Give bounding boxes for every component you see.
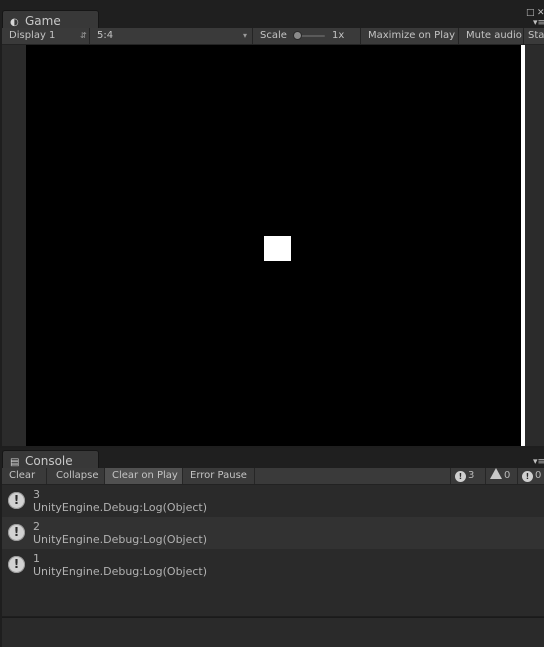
- chevron-updown-icon: ⇵: [80, 31, 87, 40]
- unity-editor-root: ◐ Game □ ✕ ▾≡ Display 1 ⇵ 5:4 ▾ Scale 1x …: [0, 0, 544, 647]
- error-count: 0: [535, 470, 542, 481]
- display-dropdown[interactable]: Display 1 ⇵: [2, 28, 90, 44]
- info-icon: !: [8, 524, 25, 541]
- console-menu-icon[interactable]: ▾≡: [533, 457, 544, 467]
- log-entry[interactable]: ! 3 UnityEngine.Debug:Log(Object): [2, 485, 544, 517]
- tab-game[interactable]: ◐ Game: [2, 10, 99, 30]
- game-view-edge: [521, 45, 525, 446]
- maximize-on-play-label: Maximize on Play: [368, 30, 456, 41]
- maximize-icon[interactable]: □: [526, 8, 535, 18]
- clear-on-play-label: Clear on Play: [112, 470, 178, 481]
- game-canvas[interactable]: [26, 45, 521, 446]
- console-tab-strip: ▤ Console ▾≡: [0, 448, 544, 469]
- scale-value: 1x: [332, 30, 345, 41]
- game-toolbar: Display 1 ⇵ 5:4 ▾ Scale 1x Maximize on P…: [2, 28, 544, 45]
- panel-menu-icon[interactable]: ▾≡: [533, 18, 544, 28]
- clear-on-play-toggle[interactable]: Clear on Play: [105, 468, 183, 484]
- maximize-on-play-toggle[interactable]: Maximize on Play: [361, 28, 459, 44]
- mute-audio-toggle[interactable]: Mute audio: [459, 28, 524, 44]
- log-count-toggle[interactable]: ! 3: [450, 468, 485, 484]
- log-message: 3: [33, 488, 40, 501]
- error-pause-label: Error Pause: [190, 470, 247, 481]
- tab-console[interactable]: ▤ Console: [2, 450, 99, 469]
- console-toolbar: Clear Collapse Clear on Play Error Pause…: [2, 468, 544, 485]
- game-white-square: [264, 236, 291, 261]
- info-icon: !: [8, 492, 25, 509]
- log-count: 3: [468, 470, 475, 481]
- info-icon: !: [455, 471, 466, 482]
- close-icon[interactable]: ✕: [537, 8, 544, 18]
- error-icon: !: [522, 471, 533, 482]
- info-icon: !: [8, 556, 25, 573]
- collapse-label: Collapse: [56, 470, 99, 481]
- tab-game-label: Game: [25, 14, 61, 28]
- scale-label: Scale: [260, 30, 287, 41]
- clear-label: Clear: [9, 470, 36, 481]
- log-entry[interactable]: ! 2 UnityEngine.Debug:Log(Object): [2, 517, 544, 549]
- clear-button[interactable]: Clear: [2, 468, 47, 484]
- scale-control: Scale 1x: [253, 28, 361, 44]
- warning-icon: [490, 468, 502, 479]
- aspect-dropdown[interactable]: 5:4 ▾: [90, 28, 253, 44]
- log-source: UnityEngine.Debug:Log(Object): [33, 501, 208, 514]
- log-entry[interactable]: ! 1 UnityEngine.Debug:Log(Object): [2, 549, 544, 581]
- error-pause-toggle[interactable]: Error Pause: [183, 468, 255, 484]
- stats-toggle[interactable]: Sta: [524, 28, 544, 44]
- aspect-label: 5:4: [97, 30, 114, 41]
- collapse-toggle[interactable]: Collapse: [49, 468, 105, 484]
- log-source: UnityEngine.Debug:Log(Object): [33, 565, 208, 578]
- console-detail-pane[interactable]: [2, 617, 544, 647]
- game-view: [2, 45, 544, 446]
- console-log-list[interactable]: ! 3 UnityEngine.Debug:Log(Object) ! 2 Un…: [2, 485, 544, 616]
- log-message: 1: [33, 552, 40, 565]
- warning-count-toggle[interactable]: 0: [485, 468, 517, 484]
- stats-label: Sta: [528, 30, 544, 41]
- tab-console-label: Console: [25, 454, 73, 468]
- log-source: UnityEngine.Debug:Log(Object): [33, 533, 208, 546]
- mute-audio-label: Mute audio: [466, 30, 522, 41]
- warning-count: 0: [504, 470, 511, 481]
- log-message: 2: [33, 520, 40, 533]
- error-count-toggle[interactable]: ! 0: [517, 468, 544, 484]
- scale-slider-handle[interactable]: [293, 31, 302, 40]
- display-label: Display 1: [9, 30, 56, 41]
- chevron-down-icon: ▾: [243, 31, 248, 40]
- game-tab-strip: ◐ Game □ ✕ ▾≡: [0, 0, 544, 30]
